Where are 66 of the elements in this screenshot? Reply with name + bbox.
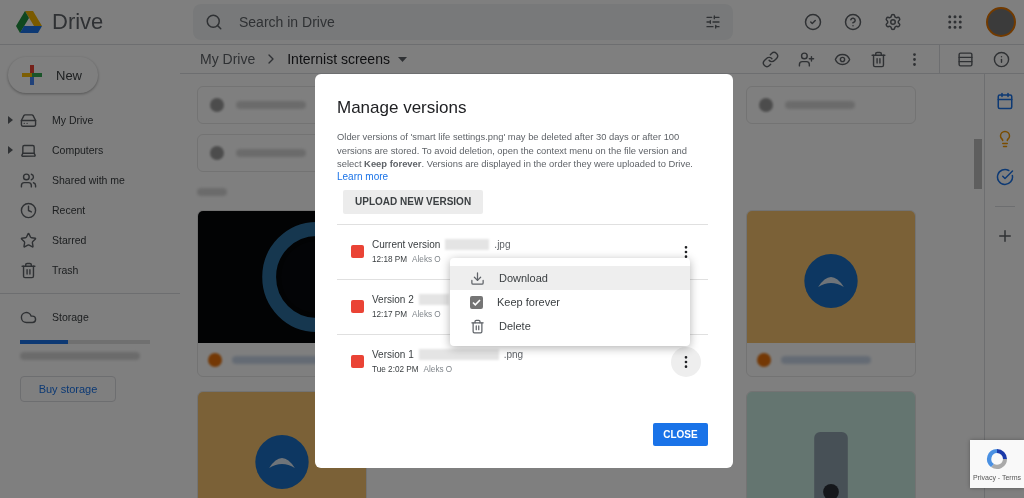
version-time: 12:18 PM	[372, 255, 408, 264]
dialog-title: Manage versions	[337, 98, 468, 118]
folder-icon	[210, 98, 224, 112]
new-button[interactable]: New	[8, 57, 98, 93]
menu-item[interactable]: Keep forever	[450, 290, 690, 314]
breadcrumb-item[interactable]: Internist screens	[287, 51, 390, 67]
tasks-icon[interactable]	[995, 168, 1014, 186]
image-file-icon	[351, 300, 364, 313]
star-icon	[20, 231, 37, 249]
image-file-icon	[351, 245, 364, 258]
file-type-icon	[208, 352, 222, 367]
clock-icon	[20, 201, 37, 219]
close-button[interactable]: CLOSE	[653, 423, 708, 446]
menu-item[interactable]: Download	[450, 266, 690, 290]
version-label: Version 2	[372, 294, 414, 305]
nav-item[interactable]: My Drive	[52, 114, 94, 126]
download-icon	[470, 270, 485, 286]
trash-icon	[20, 261, 37, 279]
folder-icon	[210, 146, 224, 160]
version-label: Current version	[372, 239, 441, 250]
drive-icon	[20, 111, 37, 129]
avatar[interactable]	[986, 7, 1016, 37]
nav-item[interactable]: Shared with me	[52, 174, 125, 186]
checkbox[interactable]	[470, 295, 483, 309]
file-type-icon	[757, 352, 771, 367]
nav-item[interactable]: Starred	[52, 234, 87, 246]
version-author: Aleks O	[412, 310, 441, 319]
search-icon	[205, 13, 223, 31]
more-button[interactable]	[671, 346, 701, 377]
filter-icon[interactable]	[705, 14, 721, 30]
people-icon	[20, 171, 37, 189]
learn-more-link[interactable]: Learn more	[337, 170, 389, 182]
menu-item[interactable]: Delete	[450, 314, 690, 338]
plus-icon	[22, 65, 42, 85]
folder-icon	[759, 98, 773, 112]
dialog-description: Older versions of 'smart life settings.png' may be deleted after 30 days or after 100 versions are stored. To avoid deletion, open the context menu on the file version and select Keep forever. Versions are displayed in the order they were uploaded to Drive.	[337, 130, 694, 171]
caret-icon[interactable]	[397, 56, 407, 62]
file-extension: .jpg	[494, 239, 511, 250]
version-label: Version 1	[372, 349, 414, 360]
redacted-text	[445, 239, 490, 250]
offline-icon[interactable]	[802, 11, 824, 33]
app-name: Drive	[52, 9, 104, 35]
trash-icon	[470, 318, 485, 334]
file-extension: .png	[503, 349, 524, 360]
version-time: Tue 2:02 PM	[372, 365, 419, 374]
expand-arrow-icon[interactable]	[7, 116, 13, 124]
buy-storage-button[interactable]: Buy storage	[20, 376, 116, 402]
image-file-icon	[351, 355, 364, 368]
drive-logo	[16, 10, 42, 34]
scrollbar[interactable]	[974, 139, 982, 189]
version-author: Aleks O	[423, 365, 453, 374]
search-field[interactable]: Search in Drive	[237, 13, 691, 31]
nav-item[interactable]: Computers	[52, 144, 104, 156]
upload-new-version-button[interactable]: UPLOAD NEW VERSION	[343, 189, 484, 214]
storage-label: Storage	[52, 311, 89, 323]
help-icon[interactable]	[842, 11, 864, 33]
version-time: 12:17 PM	[372, 310, 408, 319]
expand-arrow-icon[interactable]	[7, 146, 13, 154]
version-author: Aleks O	[412, 255, 441, 264]
calendar-icon[interactable]	[995, 92, 1014, 110]
nav-item[interactable]: Recent	[52, 204, 86, 216]
search-bar[interactable]: Search in Drive	[193, 4, 733, 40]
nav-item[interactable]: Trash	[52, 264, 79, 276]
breadcrumb-item[interactable]: My Drive	[200, 51, 256, 67]
recaptcha-icon	[985, 447, 1009, 471]
redacted-text	[418, 294, 449, 305]
